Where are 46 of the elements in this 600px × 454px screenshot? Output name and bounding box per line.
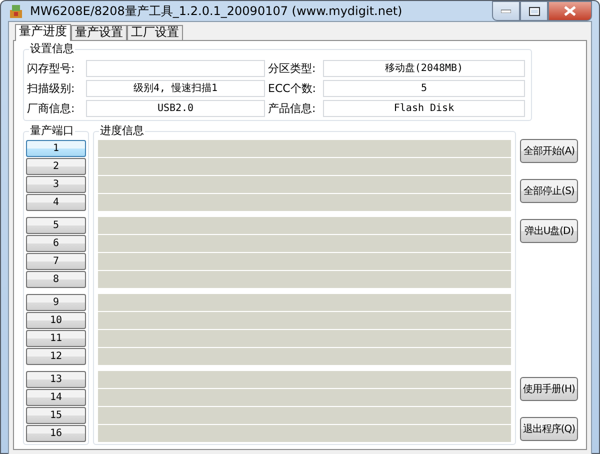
group-title: 进度信息: [99, 124, 145, 137]
window-title: MW6208E/8208量产工具_1.2.0.1_20090107 (www.mydigit.net): [30, 2, 404, 20]
minimize-icon: [501, 9, 511, 13]
field-label: 产品信息:: [268, 101, 317, 116]
action-button[interactable]: 全部开始(A): [520, 139, 578, 163]
port-button[interactable]: 7: [26, 253, 86, 270]
minimize-button[interactable]: [492, 1, 520, 21]
field-value: USB2.0: [86, 100, 265, 117]
port-button[interactable]: 16: [26, 425, 86, 442]
action-button[interactable]: 使用手册(H): [520, 377, 578, 401]
field-value: 5: [323, 80, 525, 97]
group-title: 设置信息: [29, 42, 75, 55]
action-button[interactable]: 全部停止(S): [520, 179, 578, 203]
field-label: ECC个数:: [268, 81, 318, 96]
field-label: 厂商信息:: [27, 101, 76, 116]
port-button[interactable]: 6: [26, 235, 86, 252]
tab[interactable]: 量产进度: [15, 24, 71, 41]
port-button[interactable]: 3: [26, 176, 86, 193]
action-button[interactable]: 弹出U盘(D): [520, 219, 578, 243]
port-button[interactable]: 4: [26, 194, 86, 211]
port-button[interactable]: 13: [26, 371, 86, 388]
group-title: 量产端口: [29, 124, 75, 137]
tab[interactable]: 量产设置: [71, 25, 127, 40]
action-button[interactable]: 退出程序(Q): [520, 417, 578, 441]
maximize-icon: [528, 6, 540, 16]
field-label: 闪存型号:: [27, 61, 76, 76]
port-button[interactable]: 2: [26, 158, 86, 175]
tab[interactable]: 工厂设置: [127, 25, 183, 40]
port-button[interactable]: 8: [26, 271, 86, 288]
field-value: Flash Disk: [323, 100, 525, 117]
maximize-button[interactable]: [520, 1, 548, 21]
port-button[interactable]: 12: [26, 348, 86, 365]
close-button[interactable]: [548, 1, 592, 21]
field-label: 扫描级别:: [27, 81, 76, 96]
port-button[interactable]: 9: [26, 294, 86, 311]
port-button[interactable]: 10: [26, 312, 86, 329]
field-label: 分区类型:: [268, 61, 317, 76]
app-icon: [8, 3, 24, 19]
field-value: 移动盘(2048MB): [323, 60, 525, 77]
port-button[interactable]: 1: [26, 140, 86, 157]
field-value: 级别4, 慢速扫描1: [86, 80, 265, 97]
port-button[interactable]: 15: [26, 407, 86, 424]
port-button[interactable]: 5: [26, 217, 86, 234]
port-button[interactable]: 14: [26, 389, 86, 406]
close-icon: [564, 6, 576, 16]
port-button[interactable]: 11: [26, 330, 86, 347]
